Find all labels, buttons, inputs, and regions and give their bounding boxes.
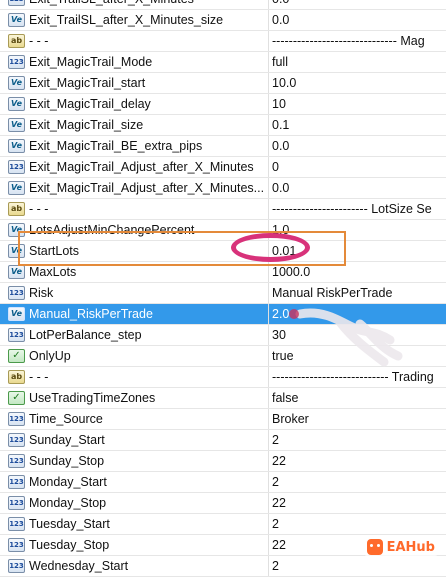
type-ve-icon: Ve [8, 139, 25, 153]
parameter-name: Monday_Stop [29, 493, 269, 513]
parameter-value[interactable]: 2 [269, 556, 446, 576]
parameter-name: Time_Source [29, 409, 269, 429]
parameter-value[interactable]: 2 [269, 514, 446, 534]
parameter-value[interactable]: Broker [269, 409, 446, 429]
section-row[interactable]: ab - - - ----------------------- LotSize S… [0, 199, 446, 220]
parameters-grid: 123Exit_TrailSL_after_X_Minutes0.0VeExit… [0, 0, 446, 577]
watermark-text: EAHub [386, 539, 435, 555]
parameter-row[interactable]: 123 Time_Source Broker [0, 409, 446, 430]
parameter-row[interactable]: 123 Exit_MagicTrail_Adjust_after_X_Minute… [0, 157, 446, 178]
parameter-name: Wednesday_Start [29, 556, 269, 576]
parameter-value[interactable]: false [269, 388, 446, 408]
scribble-annotation [289, 308, 403, 367]
parameter-value[interactable]: 0.0 [269, 136, 446, 156]
parameter-name: Exit_MagicTrail_BE_extra_pips [29, 136, 269, 156]
type-ab-icon: ab [8, 202, 25, 216]
parameter-value[interactable]: 10 [269, 94, 446, 114]
type-123-icon: 123 [8, 160, 25, 174]
parameter-row[interactable]: 123 Exit_TrailSL_after_X_Minutes0.0 [0, 0, 446, 10]
type-ve-icon: Ve [8, 181, 25, 195]
eahub-watermark: EAHub [363, 538, 438, 556]
type-123-icon: 123 [8, 55, 25, 69]
parameter-value[interactable]: 0.1 [269, 115, 446, 135]
parameter-name: - - - [29, 31, 269, 51]
parameter-value[interactable]: 0 [269, 157, 446, 177]
parameter-name: Sunday_Start [29, 430, 269, 450]
section-row[interactable]: ab - - - ------------------------------ Ma… [0, 31, 446, 52]
type-123-icon: 123 [8, 517, 25, 531]
parameter-name: UseTradingTimeZones [29, 388, 269, 408]
type-ve-icon: Ve [8, 118, 25, 132]
parameter-row[interactable]: 123 Wednesday_Start 2 [0, 556, 446, 577]
type-123-icon: 123 [8, 454, 25, 468]
parameter-name: LotPerBalance_step [29, 325, 269, 345]
type-123-icon: 123 [8, 538, 25, 552]
parameter-name: Exit_MagicTrail_delay [29, 94, 269, 114]
type-bool-icon: ✓ [8, 391, 25, 405]
parameter-name: Risk [29, 283, 269, 303]
type-123-icon: 123 [8, 328, 25, 342]
parameter-row[interactable]: 123 Sunday_Stop 22 [0, 451, 446, 472]
parameter-name: Sunday_Stop [29, 451, 269, 471]
parameter-row[interactable]: 123 Monday_Stop 22 [0, 493, 446, 514]
parameter-name: Exit_MagicTrail_start [29, 73, 269, 93]
parameter-name: Monday_Start [29, 472, 269, 492]
type-ve-icon: Ve [8, 307, 25, 321]
parameter-row[interactable]: 123 Exit_MagicTrail_Mode full [0, 52, 446, 73]
parameter-value[interactable]: ------------------------------ Mag [269, 31, 446, 51]
parameter-row[interactable]: Ve Exit_MagicTrail_BE_extra_pips 0.0 [0, 136, 446, 157]
parameter-value[interactable]: 0.0 [269, 10, 446, 30]
type-123-icon: 123 [8, 286, 25, 300]
type-123-icon: 123 [8, 475, 25, 489]
parameter-row[interactable]: Ve Exit_TrailSL_after_X_Minutes_size 0.0 [0, 10, 446, 31]
parameter-row[interactable]: 123 Tuesday_Start 2 [0, 514, 446, 535]
type-123-icon: 123 [8, 433, 25, 447]
parameter-value[interactable]: 10.0 [269, 73, 446, 93]
parameter-row[interactable]: ✓ UseTradingTimeZones false [0, 388, 446, 409]
parameter-row[interactable]: Ve Exit_MagicTrail_size 0.1 [0, 115, 446, 136]
parameter-name: Exit_TrailSL_after_X_Minutes [29, 0, 269, 9]
type-ab-icon: ab [8, 34, 25, 48]
type-123-icon: 123 [8, 0, 25, 6]
type-123-icon: 123 [8, 559, 25, 573]
type-ab-icon: ab [8, 370, 25, 384]
parameter-value[interactable]: 22 [269, 451, 446, 471]
parameter-value[interactable]: 2 [269, 430, 446, 450]
parameter-value[interactable]: 0.0 [269, 0, 446, 9]
parameter-name: Exit_MagicTrail_Mode [29, 52, 269, 72]
parameter-name: - - - [29, 199, 269, 219]
parameter-value[interactable]: ----------------------- LotSize Se [269, 199, 446, 219]
parameter-name: OnlyUp [29, 346, 269, 366]
circle-annotation [231, 233, 310, 262]
type-ve-icon: Ve [8, 97, 25, 111]
parameter-name: Tuesday_Stop [29, 535, 269, 555]
type-ve-icon: Ve [8, 265, 25, 279]
type-123-icon: 123 [8, 496, 25, 510]
parameter-row[interactable]: 123 Risk Manual RiskPerTrade [0, 283, 446, 304]
parameter-name: Exit_MagicTrail_size [29, 115, 269, 135]
type-bool-icon: ✓ [8, 349, 25, 363]
type-ve-icon: Ve [8, 76, 25, 90]
parameter-row[interactable]: 123 Monday_Start 2 [0, 472, 446, 493]
parameter-row[interactable]: Ve Exit_MagicTrail_delay 10 [0, 94, 446, 115]
parameter-name: Exit_MagicTrail_Adjust_after_X_Minutes..… [29, 178, 269, 198]
parameter-value[interactable]: 2 [269, 472, 446, 492]
type-ve-icon: Ve [8, 13, 25, 27]
parameter-value[interactable]: full [269, 52, 446, 72]
eahub-logo-icon [366, 539, 383, 555]
type-123-icon: 123 [8, 412, 25, 426]
parameter-name: Manual_RiskPerTrade [29, 304, 269, 324]
parameter-row[interactable]: Ve Exit_MagicTrail_start 10.0 [0, 73, 446, 94]
parameter-name: - - - [29, 367, 269, 387]
parameter-row[interactable]: 123 Sunday_Start 2 [0, 430, 446, 451]
parameter-value[interactable]: 22 [269, 493, 446, 513]
parameter-name: Exit_MagicTrail_Adjust_after_X_Minutes [29, 157, 269, 177]
parameter-value[interactable]: 0.0 [269, 178, 446, 198]
parameter-name: Exit_TrailSL_after_X_Minutes_size [29, 10, 269, 30]
parameter-name: Tuesday_Start [29, 514, 269, 534]
parameter-row[interactable]: Ve Exit_MagicTrail_Adjust_after_X_Minutes… [0, 178, 446, 199]
parameter-value[interactable]: Manual RiskPerTrade [269, 283, 446, 303]
